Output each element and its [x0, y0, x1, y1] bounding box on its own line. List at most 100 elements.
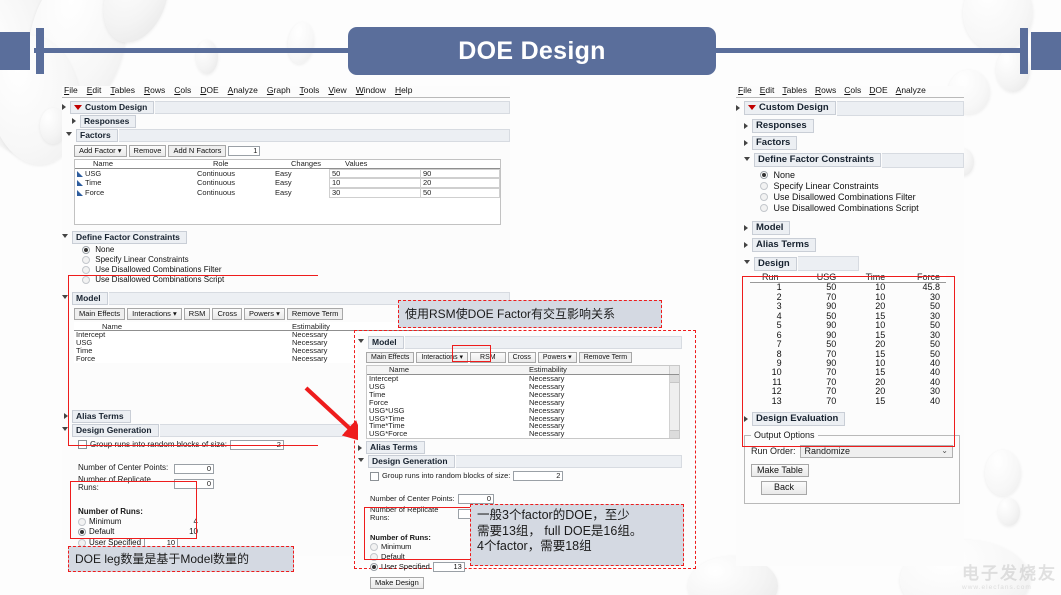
right-section-design-evaluation[interactable]: Design Evaluation: [744, 412, 964, 427]
middle-section-alias-terms[interactable]: Alias Terms: [358, 441, 690, 455]
model-button-cross[interactable]: Cross: [212, 307, 243, 320]
radio-default[interactable]: [370, 552, 378, 561]
right-section-constraints[interactable]: Define Factor Constraints: [744, 152, 964, 168]
factor-high-value[interactable]: 20: [421, 178, 500, 189]
menu-item-cols[interactable]: Cols: [844, 86, 861, 95]
table-row[interactable]: USG*Time Necessary: [367, 414, 669, 423]
right-menu-bar[interactable]: File Edit Tables Rows Cols DOE Analyze: [736, 86, 964, 98]
disclosure-open-icon[interactable]: [744, 260, 750, 267]
right-section-design[interactable]: Design: [744, 256, 964, 272]
model-button-remove-term[interactable]: Remove Term: [578, 352, 633, 364]
menu-item-edit[interactable]: Edit: [87, 86, 102, 95]
table-row[interactable]: Time Continuous Easy 10 20: [75, 178, 500, 189]
right-section-model[interactable]: Model: [744, 221, 964, 236]
model-button-rsm[interactable]: RSM: [183, 307, 211, 320]
red-triangle-icon[interactable]: [748, 105, 756, 111]
radio-constraint-1[interactable]: [760, 182, 768, 191]
right-section-responses[interactable]: Responses: [744, 118, 964, 133]
disclosure-open-icon[interactable]: [736, 105, 740, 112]
disclosure-open-icon[interactable]: [62, 104, 66, 111]
radio-minimum[interactable]: [78, 518, 86, 527]
group-runs-checkbox[interactable]: [370, 471, 379, 481]
model-button-powers[interactable]: Powers ▾: [537, 352, 577, 364]
model-button-remove-term[interactable]: Remove Term: [286, 307, 344, 320]
menu-item-window[interactable]: Window: [356, 86, 386, 95]
n-factors-input[interactable]: 1: [228, 145, 261, 156]
table-row[interactable]: USG*Force Necessary: [367, 430, 669, 438]
menu-item-file[interactable]: File: [64, 86, 78, 95]
radio-constraint-2[interactable]: [760, 193, 768, 202]
right-section-alias-terms[interactable]: Alias Terms: [744, 238, 964, 253]
constraint-option-2[interactable]: Use Disallowed Combinations Filter: [760, 192, 964, 202]
constraint-option-2[interactable]: Use Disallowed Combinations Filter: [82, 266, 510, 275]
runs-option-default[interactable]: Default 16: [370, 552, 478, 561]
disclosure-closed-icon[interactable]: [744, 122, 748, 129]
constraint-option-0[interactable]: None: [82, 246, 510, 255]
disclosure-closed-icon[interactable]: [64, 413, 68, 420]
menu-item-analyze[interactable]: Analyze: [896, 86, 926, 95]
scrollbar-track[interactable]: [669, 366, 679, 375]
radio-user-specified[interactable]: [370, 562, 378, 571]
model-button-powers[interactable]: Powers ▾: [244, 307, 285, 320]
menu-item-tables[interactable]: Tables: [782, 86, 807, 95]
left-section-factors[interactable]: Factors: [66, 128, 510, 142]
disclosure-open-icon[interactable]: [62, 234, 68, 241]
menu-item-doe[interactable]: DOE: [200, 86, 218, 95]
right-constraint-options[interactable]: None Specify Linear Constraints Use Disa…: [760, 170, 964, 213]
left-constraint-options[interactable]: None Specify Linear Constraints Use Disa…: [82, 246, 510, 285]
table-row[interactable]: Time*Time Necessary: [367, 422, 669, 430]
disclosure-closed-icon[interactable]: [744, 416, 748, 423]
menu-item-cols[interactable]: Cols: [174, 86, 191, 95]
disclosure-closed-icon[interactable]: [358, 444, 362, 451]
group-runs-input[interactable]: 2: [513, 471, 564, 482]
remove-factor-button[interactable]: Remove: [128, 144, 167, 157]
add-factor-button[interactable]: Add Factor ▾: [74, 144, 127, 157]
factor-low-value[interactable]: 10: [329, 178, 421, 189]
factor-high-value[interactable]: 90: [421, 168, 500, 179]
right-window-title[interactable]: Custom Design: [744, 101, 836, 116]
model-button-main-effects[interactable]: Main Effects: [74, 307, 126, 320]
chevron-down-icon[interactable]: ⌄: [941, 446, 948, 455]
table-row[interactable]: USG*USG Necessary: [367, 406, 669, 415]
radio-default[interactable]: [78, 528, 86, 537]
disclosure-open-icon[interactable]: [66, 131, 72, 139]
runs-option-user-specified[interactable]: User Specified 13: [370, 562, 478, 572]
middle-section-model[interactable]: Model: [358, 336, 690, 349]
model-scrollbar[interactable]: [669, 375, 679, 439]
menu-item-analyze[interactable]: Analyze: [228, 86, 258, 95]
radio-constraint-0[interactable]: [760, 171, 768, 180]
left-section-responses[interactable]: Responses: [72, 114, 510, 128]
disclosure-closed-icon[interactable]: [744, 225, 748, 232]
model-button-main-effects[interactable]: Main Effects: [366, 352, 415, 364]
menu-item-edit[interactable]: Edit: [760, 86, 775, 95]
factor-low-value[interactable]: 30: [329, 188, 421, 199]
model-button-cross[interactable]: Cross: [507, 352, 536, 364]
make-design-button[interactable]: Make Design: [370, 577, 424, 590]
run-order-select[interactable]: Randomize ⌄: [799, 444, 953, 459]
model-button-interactions[interactable]: Interactions ▾: [416, 352, 469, 364]
table-row[interactable]: Time Necessary: [367, 391, 669, 399]
constraint-option-1[interactable]: Specify Linear Constraints: [760, 181, 964, 191]
make-table-button[interactable]: Make Table: [751, 464, 809, 478]
table-row[interactable]: Intercept Necessary: [367, 375, 669, 383]
runs-option-minimum[interactable]: Minimum 4: [78, 517, 198, 527]
menu-item-file[interactable]: File: [738, 86, 752, 95]
left-window-title[interactable]: Custom Design: [70, 100, 155, 114]
right-section-factors[interactable]: Factors: [744, 135, 964, 150]
left-menu-bar[interactable]: File Edit Tables Rows Cols DOE Analyze Graph Too…: [62, 86, 510, 98]
disclosure-open-icon[interactable]: [744, 156, 750, 164]
disclosure-closed-icon[interactable]: [72, 118, 76, 125]
runs-option-default[interactable]: Default 10: [78, 527, 198, 537]
back-button[interactable]: Back: [761, 481, 808, 495]
constraint-option-1[interactable]: Specify Linear Constraints: [82, 256, 510, 265]
middle-section-design-generation[interactable]: Design Generation: [358, 455, 690, 469]
table-row[interactable]: USG Necessary: [367, 383, 669, 391]
disclosure-closed-icon[interactable]: [744, 139, 748, 146]
table-row[interactable]: Force Necessary: [367, 398, 669, 407]
radio-constraint-2[interactable]: [82, 266, 90, 275]
menu-item-tables[interactable]: Tables: [110, 86, 135, 95]
runs-option-minimum[interactable]: Minimum 10: [370, 543, 478, 552]
center-points-input[interactable]: 0: [174, 463, 214, 474]
disclosure-open-icon[interactable]: [62, 426, 68, 434]
menu-item-doe[interactable]: DOE: [869, 86, 887, 95]
